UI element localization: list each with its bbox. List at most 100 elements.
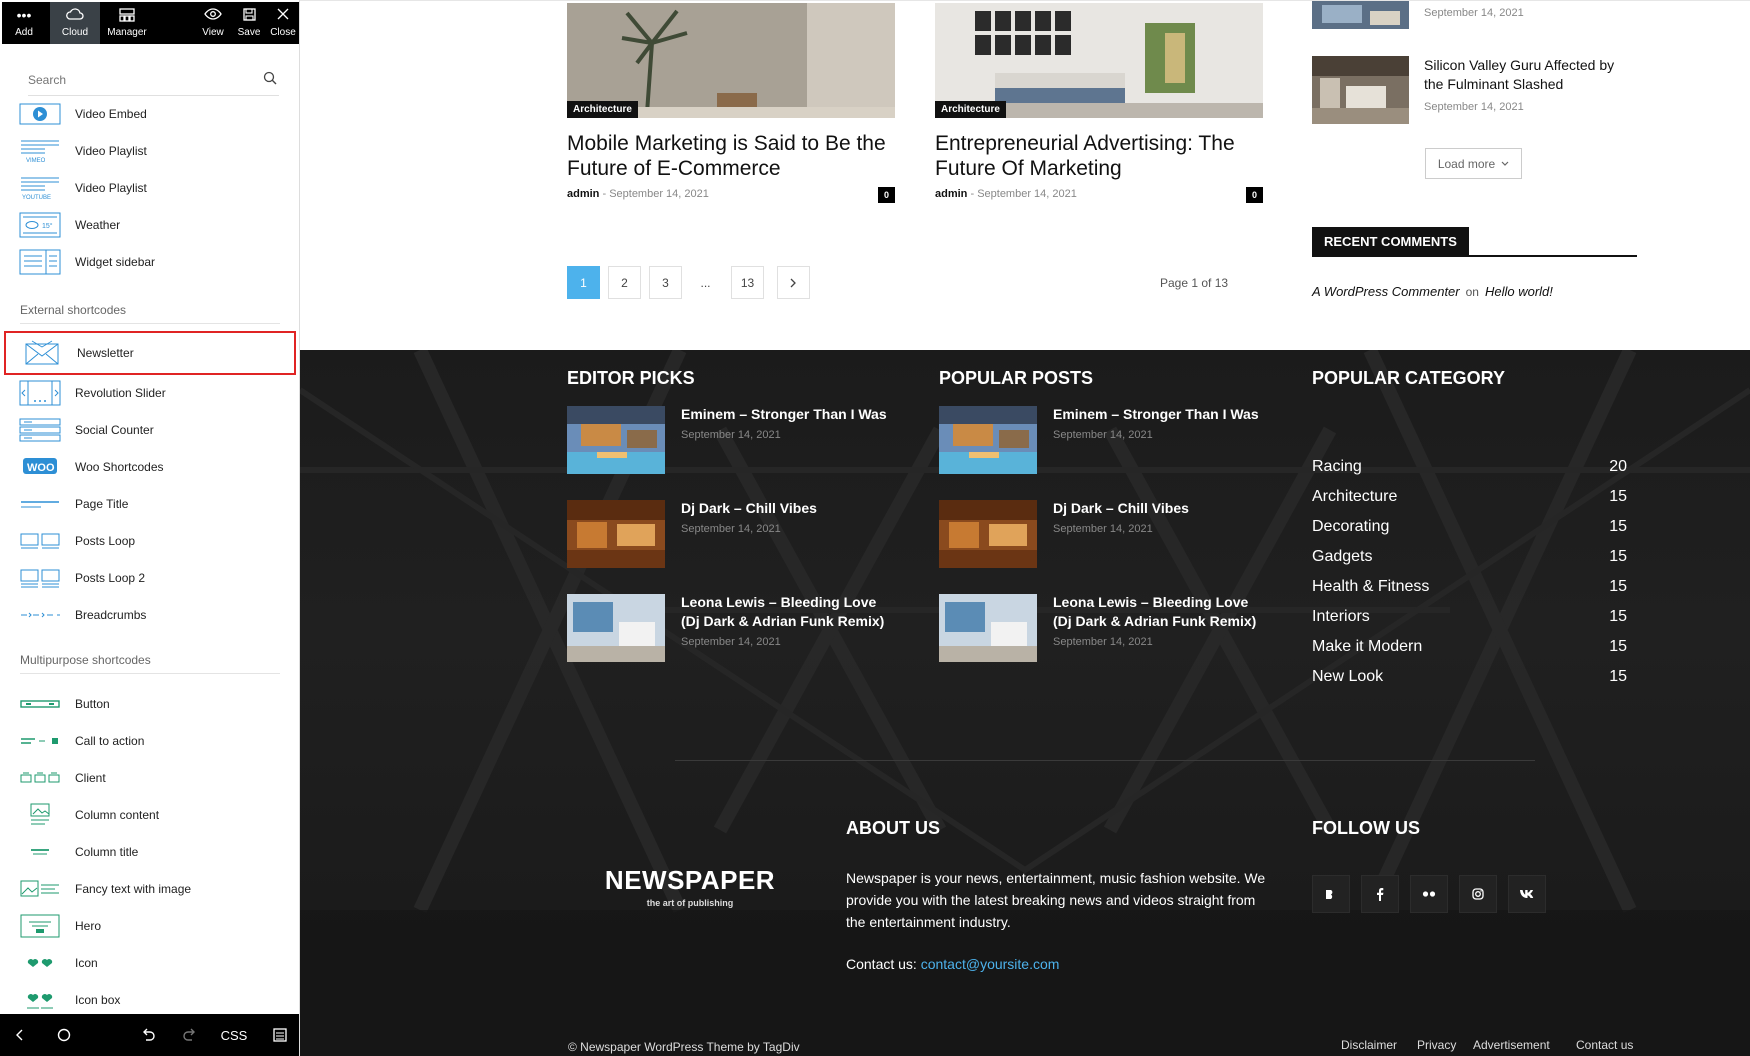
facebook-icon[interactable] <box>1361 875 1399 913</box>
post-title[interactable]: Entrepreneurial Advertising: The Future … <box>935 131 1265 181</box>
category-item[interactable]: Architecture 15 <box>1312 488 1627 506</box>
category-item[interactable]: Interiors 15 <box>1312 608 1627 626</box>
back-button[interactable] <box>2 1014 38 1056</box>
search-icon[interactable] <box>263 71 277 85</box>
comment-post-link[interactable]: Hello world! <box>1485 284 1553 299</box>
element-woo-shortcodes[interactable]: WOO Woo Shortcodes <box>4 450 296 484</box>
footer-link-privacy[interactable]: Privacy <box>1417 1038 1456 1052</box>
footer-link-advertisement[interactable]: Advertisement <box>1473 1038 1550 1052</box>
instagram-icon[interactable] <box>1459 875 1497 913</box>
column-content-icon <box>19 802 61 828</box>
element-icon-box[interactable]: Icon box <box>4 983 296 1017</box>
page-link-1[interactable]: 1 <box>567 266 600 299</box>
editor-pick-title[interactable]: Dj Dark – Chill Vibes <box>681 499 891 518</box>
element-client[interactable]: Client <box>4 761 296 795</box>
category-item[interactable]: Racing 20 <box>1312 458 1627 476</box>
page-summary: Page 1 of 13 <box>1160 276 1229 290</box>
manager-button[interactable]: Manager <box>102 2 152 44</box>
element-posts-loop[interactable]: Posts Loop <box>4 524 296 558</box>
footer-link-disclaimer[interactable]: Disclaimer <box>1341 1038 1397 1052</box>
flickr-icon[interactable] <box>1410 875 1448 913</box>
popular-post-thumbnail[interactable] <box>939 406 1037 474</box>
sidebar-post-thumbnail[interactable] <box>1312 1 1409 29</box>
element-social-counter[interactable]: Social Counter <box>4 413 296 447</box>
category-tag[interactable]: Architecture <box>935 101 1006 118</box>
cloud-button[interactable]: Cloud <box>50 2 100 44</box>
add-button[interactable]: ••• Add <box>2 2 46 44</box>
sidebar-post-title[interactable]: Silicon Valley Guru Affected by the Fulm… <box>1424 56 1634 94</box>
category-item[interactable]: New Look 15 <box>1312 668 1627 686</box>
footer-link-contact[interactable]: Contact us <box>1576 1038 1633 1052</box>
element-widget-sidebar[interactable]: Widget sidebar <box>4 245 296 279</box>
redo-icon <box>183 1028 195 1041</box>
pool-house-image <box>567 406 665 474</box>
element-hero[interactable]: Hero <box>4 909 296 943</box>
load-more-button[interactable]: Load more <box>1425 148 1522 179</box>
element-revolution-slider[interactable]: Revolution Slider <box>4 376 296 410</box>
posts-loop-icon <box>19 528 61 554</box>
post-title[interactable]: Mobile Marketing is Said to Be the Futur… <box>567 131 897 181</box>
page-link-13[interactable]: 13 <box>731 266 764 299</box>
popular-post-title[interactable]: Leona Lewis – Bleeding Love (Dj Dark & A… <box>1053 593 1263 631</box>
posts-loop-2-icon <box>19 565 61 591</box>
editor-pick-title[interactable]: Leona Lewis – Bleeding Love (Dj Dark & A… <box>681 593 891 631</box>
css-button[interactable]: CSS <box>216 1014 252 1056</box>
undo-button[interactable] <box>130 1014 166 1056</box>
site-logo[interactable]: NEWSPAPER the art of publishing <box>600 865 780 908</box>
page-link-3[interactable]: 3 <box>649 266 682 299</box>
comment-count[interactable]: 0 <box>878 187 895 203</box>
vk-icon[interactable] <box>1508 875 1546 913</box>
category-item[interactable]: Gadgets 15 <box>1312 548 1627 566</box>
post-date: September 14, 2021 <box>977 188 1077 200</box>
element-button[interactable]: Button <box>4 687 296 721</box>
home-button[interactable] <box>46 1014 82 1056</box>
element-column-title[interactable]: Column title <box>4 835 296 869</box>
editor-pick-title[interactable]: Eminem – Stronger Than I Was <box>681 405 891 424</box>
popular-post-title[interactable]: Dj Dark – Chill Vibes <box>1053 499 1263 518</box>
sidebar-post-thumbnail[interactable] <box>1312 56 1409 124</box>
element-posts-loop-2[interactable]: Posts Loop 2 <box>4 561 296 595</box>
list-icon <box>273 1028 287 1042</box>
element-icon[interactable]: Icon <box>4 946 296 980</box>
category-item[interactable]: Make it Modern 15 <box>1312 638 1627 656</box>
search-input[interactable] <box>28 66 248 94</box>
element-weather[interactable]: 15° Weather <box>4 208 296 242</box>
editor-pick-date: September 14, 2021 <box>681 429 781 441</box>
post-author[interactable]: admin <box>935 188 967 200</box>
contact-email-link[interactable]: contact@yoursite.com <box>921 956 1060 972</box>
category-item[interactable]: Health & Fitness 15 <box>1312 578 1627 596</box>
element-fancy-text[interactable]: Fancy text with image <box>4 872 296 906</box>
redo-button[interactable] <box>172 1014 208 1056</box>
element-page-title[interactable]: Page Title <box>4 487 296 521</box>
element-video-embed[interactable]: Video Embed <box>4 97 296 131</box>
popular-post-title[interactable]: Eminem – Stronger Than I Was <box>1053 405 1263 424</box>
column-title-icon <box>19 839 61 865</box>
save-button[interactable]: Save <box>232 2 266 44</box>
popular-post-thumbnail[interactable] <box>939 500 1037 568</box>
element-column-content[interactable]: Column content <box>4 798 296 832</box>
post-thumbnail[interactable]: Architecture <box>935 3 1263 118</box>
editor-pick-thumbnail[interactable] <box>567 500 665 568</box>
editor-pick-thumbnail[interactable] <box>567 406 665 474</box>
editor-pick-thumbnail[interactable] <box>567 594 665 662</box>
post-author[interactable]: admin <box>567 188 599 200</box>
page-link-2[interactable]: 2 <box>608 266 641 299</box>
icon-box-icon <box>19 987 61 1013</box>
category-item[interactable]: Decorating 15 <box>1312 518 1627 536</box>
element-call-to-action[interactable]: Call to action <box>4 724 296 758</box>
popular-post-thumbnail[interactable] <box>939 594 1037 662</box>
comment-count[interactable]: 0 <box>1246 187 1263 203</box>
view-button[interactable]: View <box>194 2 232 44</box>
comment-author-link[interactable]: A WordPress Commenter <box>1312 284 1460 299</box>
element-video-playlist-youtube[interactable]: YOUTUBE Video Playlist <box>4 171 296 205</box>
behance-icon[interactable] <box>1312 875 1350 913</box>
layers-button[interactable] <box>262 1014 298 1056</box>
next-page-button[interactable] <box>777 266 810 299</box>
element-breadcrumbs[interactable]: Breadcrumbs <box>4 598 296 632</box>
post-thumbnail[interactable]: Architecture <box>567 3 895 118</box>
category-tag[interactable]: Architecture <box>567 101 638 118</box>
page-title-icon <box>19 491 61 517</box>
element-video-playlist-vimeo[interactable]: VIMEO Video Playlist <box>4 134 296 168</box>
element-newsletter[interactable]: Newsletter <box>4 331 296 375</box>
close-button[interactable]: Close <box>266 2 299 44</box>
